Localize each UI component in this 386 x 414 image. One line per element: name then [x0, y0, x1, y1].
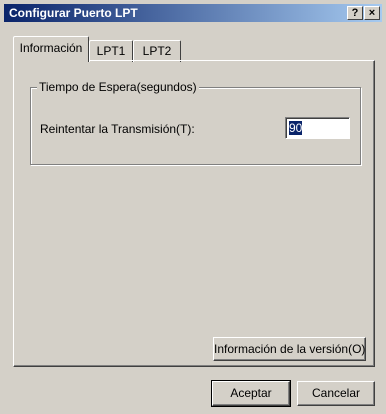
help-icon: ?: [351, 7, 359, 19]
window-title: Configurar Puerto LPT: [9, 6, 138, 20]
title-bar[interactable]: Configurar Puerto LPT ? ×: [4, 4, 382, 22]
close-button[interactable]: ×: [364, 6, 380, 20]
tab-label: Información: [19, 41, 83, 55]
retry-input[interactable]: 90: [285, 117, 350, 139]
retry-value: 90: [289, 121, 303, 135]
cancel-button[interactable]: Cancelar: [297, 381, 375, 406]
close-icon: ×: [368, 7, 376, 19]
tab-label: LPT1: [96, 44, 126, 58]
lpt-config-dialog: Configurar Puerto LPT ? × Información LP…: [0, 0, 386, 414]
help-button[interactable]: ?: [347, 6, 363, 20]
timeout-group-legend: Tiempo de Espera(segundos): [37, 80, 199, 94]
tab-informacion[interactable]: Información: [13, 36, 89, 62]
tab-lpt2[interactable]: LPT2: [133, 40, 181, 62]
ok-button[interactable]: Aceptar: [211, 380, 291, 407]
version-info-button[interactable]: Información de la versión(O): [213, 337, 366, 361]
retry-label: Reintentar la Transmisión(T):: [40, 122, 195, 136]
tab-lpt1[interactable]: LPT1: [89, 40, 133, 62]
tab-label: LPT2: [142, 44, 172, 58]
